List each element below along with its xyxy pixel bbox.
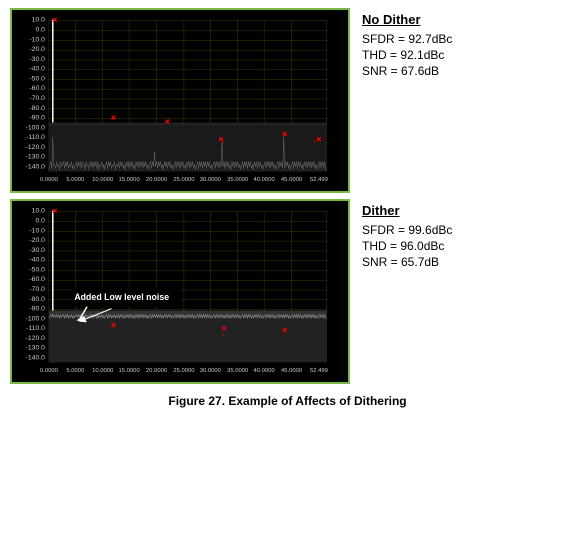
svg-text:↓: ↓ [221,136,225,145]
svg-text:15.0000: 15.0000 [119,368,141,374]
svg-text:-80.0: -80.0 [29,296,45,303]
chart2-title: Dither [362,203,565,218]
chart-2: 10.0 0.0 -10.0 -20.0 -30.0 -40.0 -50.0 -… [10,199,350,384]
svg-text:20.0000: 20.0000 [146,177,168,183]
svg-text:0.0: 0.0 [35,27,45,34]
svg-text:35.0000: 35.0000 [227,368,249,374]
svg-text:45.0000: 45.0000 [281,368,303,374]
svg-text:-70.0: -70.0 [29,286,45,293]
svg-text:45.0000: 45.0000 [281,177,303,183]
stats-panel-1: No Dither SFDR = 92.7dBc THD = 92.1dBc S… [358,8,565,78]
svg-text:-110.0: -110.0 [26,325,45,332]
svg-text:-60.0: -60.0 [29,85,45,92]
svg-text:52.499: 52.499 [310,177,328,183]
svg-text:52.499: 52.499 [310,368,328,374]
svg-text:-40.0: -40.0 [29,66,45,73]
svg-text:10.0: 10.0 [32,208,45,215]
chart1-thd: THD = 92.1dBc [362,48,565,62]
stats-panel-2: Dither SFDR = 99.6dBc THD = 96.0dBc SNR … [358,199,565,269]
svg-text:Added Low level noise: Added Low level noise [74,292,169,302]
svg-text:-110.0: -110.0 [26,134,45,141]
svg-text:-10.0: -10.0 [29,36,45,43]
svg-text:5.0000: 5.0000 [66,177,85,183]
svg-text:0.0: 0.0 [35,218,45,225]
svg-text:-30.0: -30.0 [29,56,45,63]
svg-text:25.0000: 25.0000 [173,368,195,374]
svg-text:40.0000: 40.0000 [254,368,276,374]
svg-text:5.0000: 5.0000 [66,368,85,374]
svg-text:-140.0: -140.0 [26,354,46,361]
svg-text:-90.0: -90.0 [29,115,45,122]
svg-text:↓: ↓ [313,136,317,145]
svg-text:-80.0: -80.0 [29,105,45,112]
svg-text:-20.0: -20.0 [29,46,45,53]
svg-text:-10.0: -10.0 [29,227,45,234]
svg-text:30.0000: 30.0000 [200,368,222,374]
svg-text:-130.0: -130.0 [26,154,46,161]
svg-text:20.0000: 20.0000 [146,368,168,374]
svg-text:-120.0: -120.0 [26,144,46,151]
chart2-snr: SNR = 65.7dB [362,255,565,269]
svg-text:-60.0: -60.0 [29,276,45,283]
svg-text:-50.0: -50.0 [29,266,45,273]
svg-text:15.0000: 15.0000 [119,177,141,183]
chart-row-2: 10.0 0.0 -10.0 -20.0 -30.0 -40.0 -50.0 -… [10,199,565,384]
chart2-thd: THD = 96.0dBc [362,239,565,253]
svg-text:-70.0: -70.0 [29,95,45,102]
svg-text:-100.0: -100.0 [26,124,46,131]
svg-text:10.0: 10.0 [32,17,45,24]
chart-row-1: 10.0 0.0 -10.0 -20.0 -30.0 -40.0 -50.0 -… [10,8,565,193]
svg-text:10.0000: 10.0000 [92,177,114,183]
svg-text:-140.0: -140.0 [26,163,46,170]
svg-text:40.0000: 40.0000 [254,177,276,183]
svg-text:35.0000: 35.0000 [227,177,249,183]
svg-text:-130.0: -130.0 [26,345,46,352]
chart1-snr: SNR = 67.6dB [362,64,565,78]
svg-text:25.0000: 25.0000 [173,177,195,183]
svg-text:-30.0: -30.0 [29,247,45,254]
svg-text:30.0000: 30.0000 [200,177,222,183]
svg-text:0.0000: 0.0000 [40,368,59,374]
svg-text:-90.0: -90.0 [29,306,45,313]
svg-text:-40.0: -40.0 [29,257,45,264]
chart1-sfdr: SFDR = 92.7dBc [362,32,565,46]
svg-text:10.0000: 10.0000 [92,368,114,374]
chart2-sfdr: SFDR = 99.6dBc [362,223,565,237]
svg-text:0.0000: 0.0000 [40,177,59,183]
svg-text:-120.0: -120.0 [26,335,46,342]
figure-caption: Figure 27. Example of Affects of Ditheri… [10,394,565,408]
svg-text:-50.0: -50.0 [29,75,45,82]
chart1-title: No Dither [362,12,565,27]
svg-text:-20.0: -20.0 [29,237,45,244]
chart-1: 10.0 0.0 -10.0 -20.0 -30.0 -40.0 -50.0 -… [10,8,350,193]
main-container: 10.0 0.0 -10.0 -20.0 -30.0 -40.0 -50.0 -… [10,8,565,408]
svg-text:-100.0: -100.0 [26,315,46,322]
svg-text:↓: ↓ [221,329,225,338]
